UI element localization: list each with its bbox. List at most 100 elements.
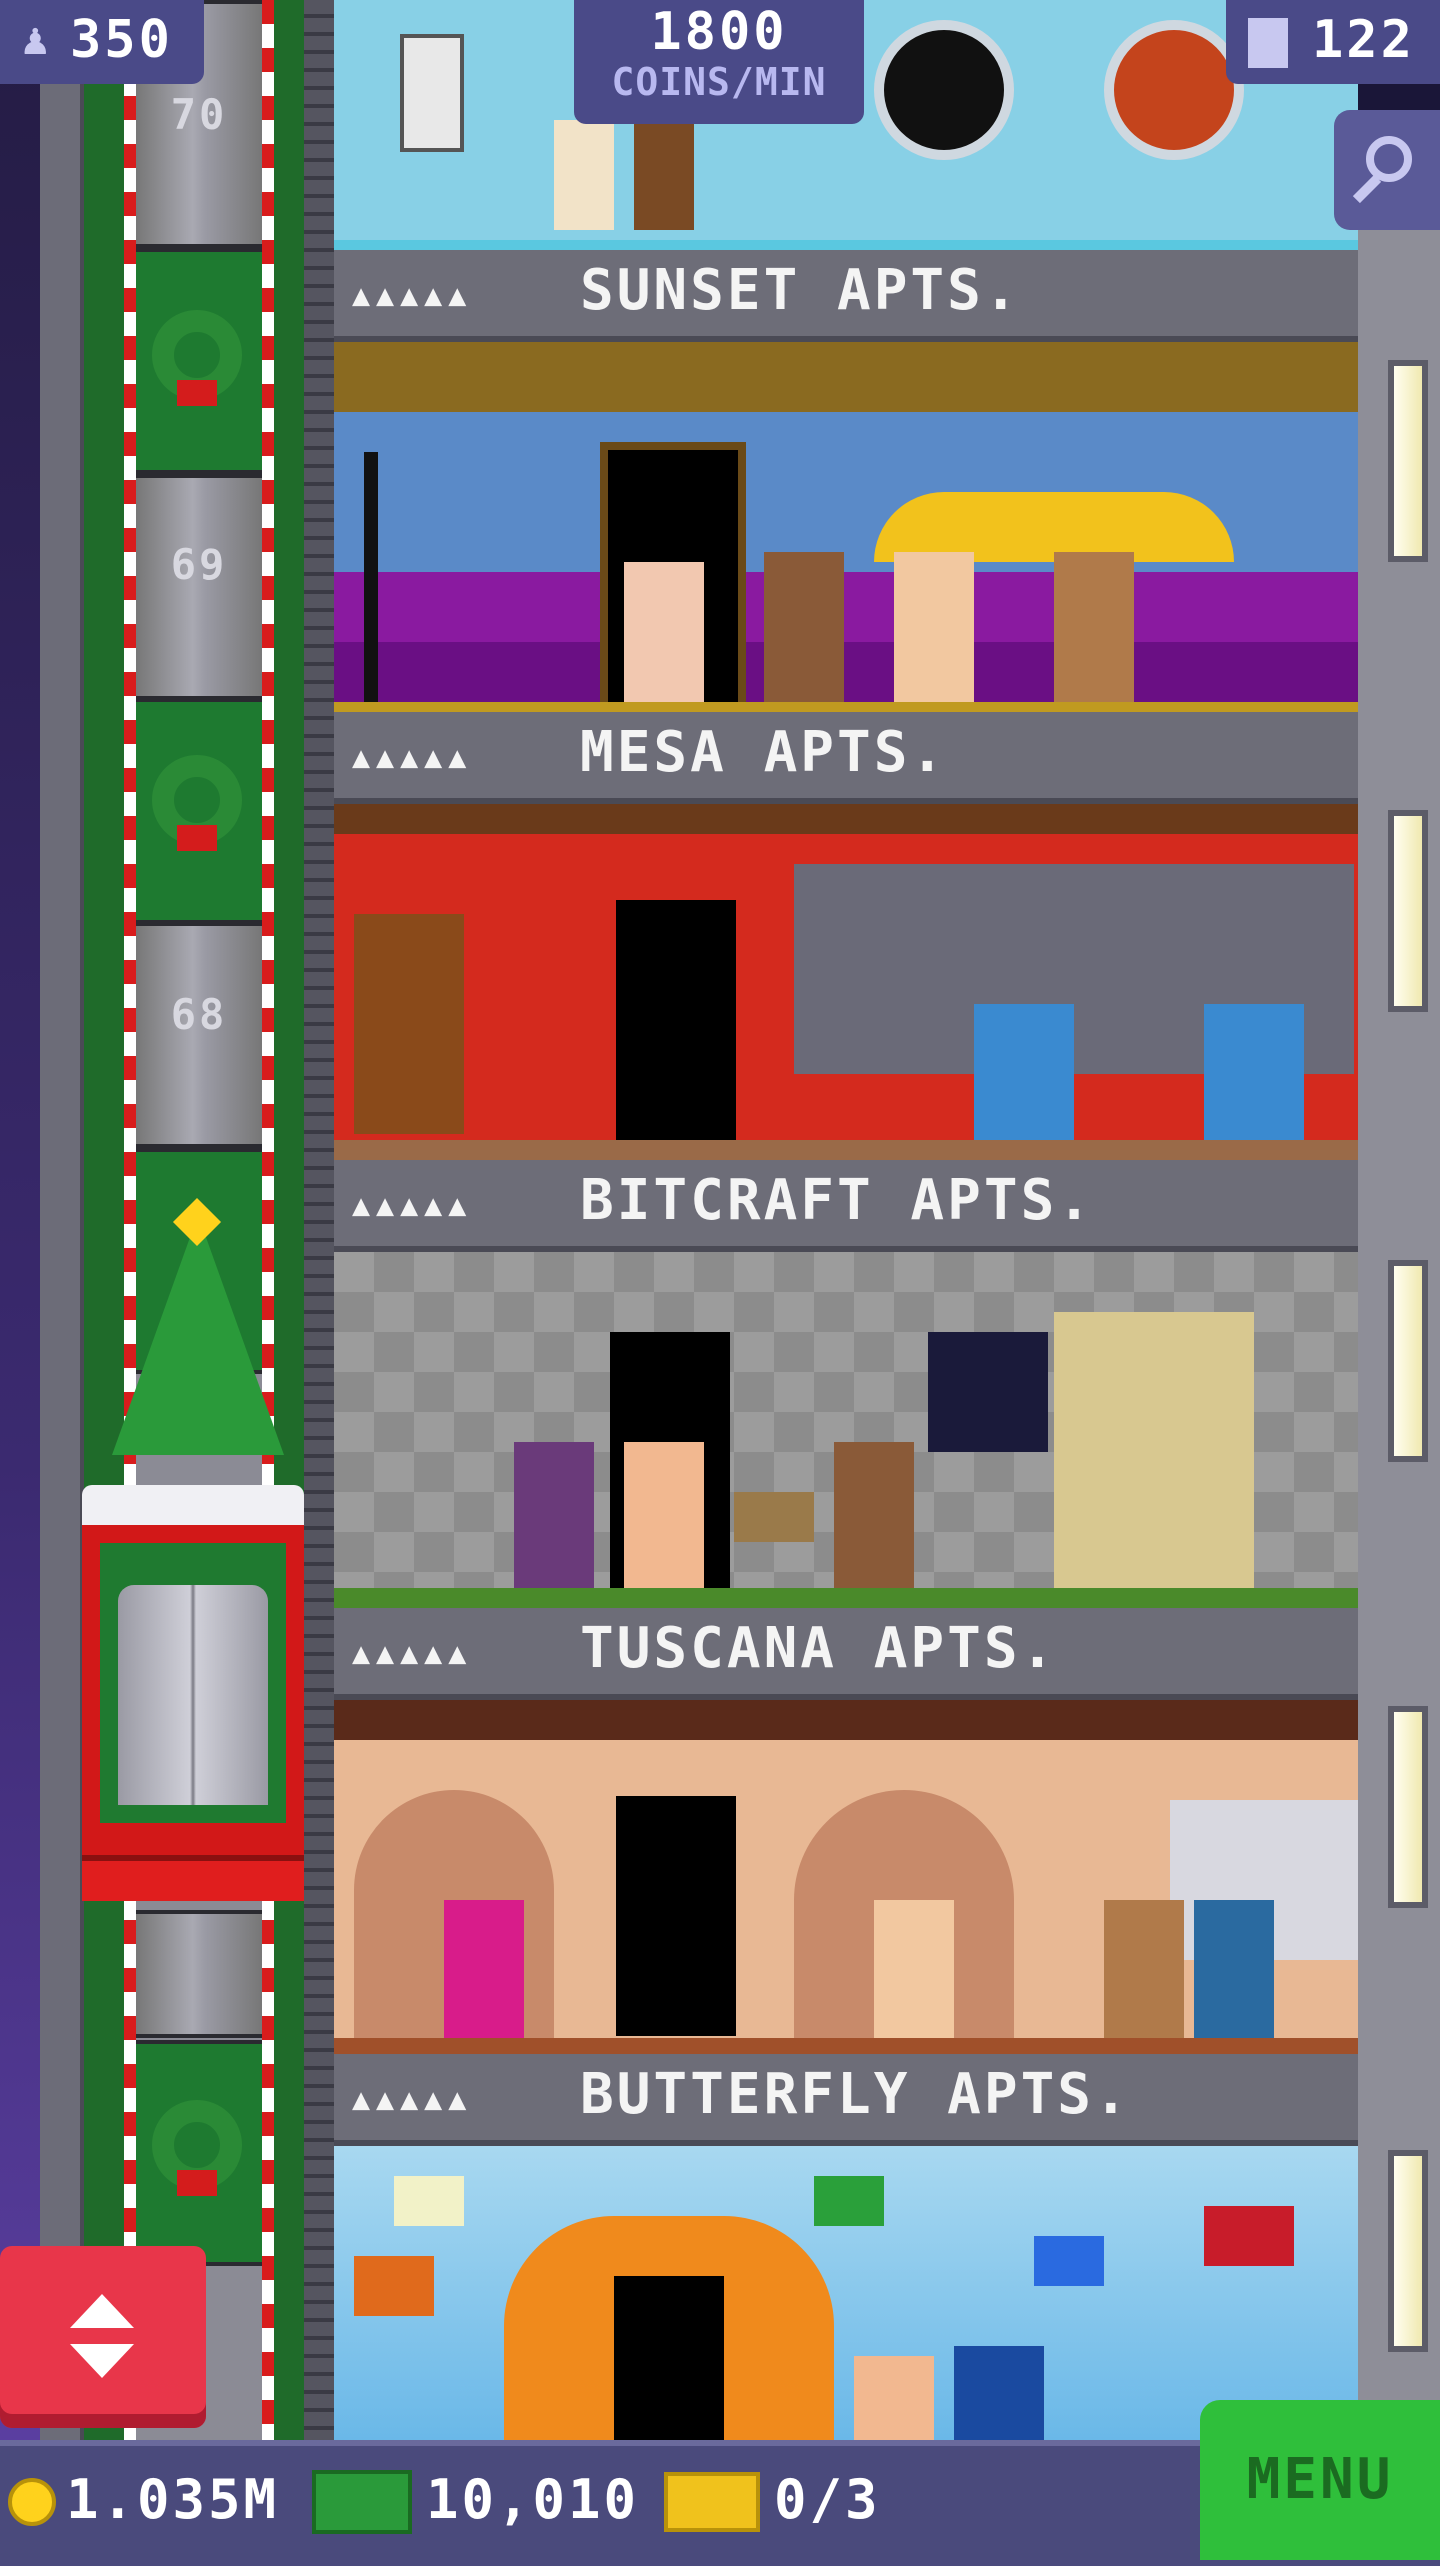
christmas-tree-icon (112, 1215, 284, 1455)
tower-light (1388, 1260, 1428, 1462)
butterfly-icon (354, 2256, 434, 2316)
floor-name: BUTTERFLY APTS. (580, 2062, 1131, 2127)
armchair (1204, 1004, 1304, 1140)
floor-line (334, 1140, 1358, 1160)
room-mesa[interactable] (334, 804, 1358, 1160)
porthole-window (874, 20, 1014, 160)
bux-icon (312, 2470, 412, 2534)
tower-light (1388, 810, 1428, 1012)
resident[interactable] (554, 120, 614, 230)
resident[interactable] (634, 120, 694, 230)
shaft-frame (40, 0, 84, 2440)
building-icon (1248, 18, 1288, 68)
shaft-floor-number: 70 (170, 90, 228, 139)
ceiling-beam (334, 1700, 1358, 1740)
residents-indicator: ▲▲▲▲▲ (352, 2082, 473, 2117)
sign-icon (734, 1492, 814, 1542)
floor-line (334, 702, 1358, 712)
elevator-car-bottom (82, 1855, 304, 1901)
roof-floor-line (334, 240, 1358, 250)
search-button[interactable] (1334, 110, 1440, 230)
doorway[interactable] (614, 2276, 724, 2440)
ceiling-beams (334, 342, 1358, 412)
resident[interactable] (624, 1442, 704, 1592)
elevator-car[interactable] (82, 1485, 304, 1905)
floor-name: SUNSET APTS. (580, 258, 1021, 323)
resident[interactable] (854, 2356, 934, 2440)
tower-light (1388, 360, 1428, 562)
residents-indicator: ▲▲▲▲▲ (352, 1188, 473, 1223)
resident[interactable] (894, 552, 974, 712)
sand-block (1054, 1312, 1254, 1592)
bux-amount: 10,010 (426, 2468, 640, 2531)
room-bitcraft[interactable] (334, 1252, 1358, 1608)
person-icon: ♟ (22, 14, 49, 65)
tower-light (1388, 2150, 1428, 2352)
ceiling-beam (334, 804, 1358, 834)
residents-indicator: ▲▲▲▲▲ (352, 1636, 473, 1671)
magnifier-handle (1352, 174, 1382, 204)
resident[interactable] (444, 1900, 524, 2040)
floors-count-badge[interactable]: 122 (1226, 0, 1440, 84)
elevator-control-button[interactable] (0, 2246, 206, 2428)
elevator-rail (304, 0, 334, 2440)
room-sunset[interactable] (334, 342, 1358, 712)
tickets-count: 0/3 (774, 2468, 881, 2531)
floor-label-bitcraft[interactable]: ▲▲▲▲▲ BITCRAFT APTS. (334, 1160, 1358, 1252)
population-count: 350 (70, 10, 173, 70)
doorway[interactable] (616, 1796, 736, 2036)
room-butterfly[interactable] (334, 2146, 1358, 2440)
coins-amount: 1.035M (66, 2468, 280, 2531)
residents-indicator: ▲▲▲▲▲ (352, 278, 473, 313)
shaft-floor-number: 69 (170, 540, 228, 589)
butterfly-icon (394, 2176, 464, 2226)
bookshelf (354, 914, 464, 1134)
floor-label-tuscana[interactable]: ▲▲▲▲▲ TUSCANA APTS. (334, 1608, 1358, 1700)
butterfly-icon (1034, 2236, 1104, 2286)
grass-floor (334, 1588, 1358, 1608)
floor-label-mesa[interactable]: ▲▲▲▲▲ MESA APTS. (334, 712, 1358, 804)
menu-button[interactable]: MENU (1200, 2400, 1440, 2560)
resident[interactable] (624, 562, 704, 712)
floor-name: MESA APTS. (580, 720, 948, 785)
bow-icon (177, 2170, 217, 2196)
portal-block (928, 1332, 1048, 1452)
arrow-up-icon (70, 2294, 134, 2328)
resident[interactable] (1194, 1900, 1274, 2040)
bow-icon (177, 825, 217, 851)
doorway[interactable] (616, 900, 736, 1140)
resident[interactable] (1104, 1900, 1184, 2040)
arrow-down-icon (70, 2344, 134, 2378)
floor-line (334, 2038, 1358, 2054)
butterfly-icon (814, 2176, 884, 2226)
space-background (0, 0, 40, 2440)
floors-count: 122 (1312, 10, 1415, 70)
floor-label-sunset[interactable]: ▲▲▲▲▲ SUNSET APTS. (334, 250, 1358, 342)
resident[interactable] (514, 1442, 594, 1592)
arcade-machine-icon (400, 34, 464, 152)
bow-icon (177, 380, 217, 406)
resident[interactable] (874, 1900, 954, 2040)
coins-rate-value: 1800 (650, 2, 788, 62)
resident[interactable] (834, 1442, 914, 1592)
shaft-floor-number: 68 (170, 990, 228, 1039)
ticket-icon (664, 2472, 760, 2532)
coins-rate-unit: COINS/MIN (611, 60, 827, 104)
floor-name: TUSCANA APTS. (580, 1616, 1058, 1681)
floor-label-butterfly[interactable]: ▲▲▲▲▲ BUTTERFLY APTS. (334, 2054, 1358, 2146)
coins-rate-badge: 1800 COINS/MIN (574, 0, 864, 124)
butterfly-icon (1204, 2206, 1294, 2266)
resident[interactable] (764, 552, 844, 712)
room-tuscana[interactable] (334, 1700, 1358, 2054)
elevator-doors (118, 1585, 268, 1805)
armchair (974, 1004, 1074, 1140)
street-lamp-icon (364, 452, 378, 702)
shaft-door (136, 1910, 262, 2038)
tower-light (1388, 1706, 1428, 1908)
resident[interactable] (1054, 552, 1134, 712)
residents-indicator: ▲▲▲▲▲ (352, 740, 473, 775)
resident[interactable] (954, 2346, 1044, 2440)
population-badge[interactable]: ♟ 350 (0, 0, 204, 84)
porthole-window-mars (1104, 20, 1244, 160)
floor-name: BITCRAFT APTS. (580, 1168, 1095, 1233)
